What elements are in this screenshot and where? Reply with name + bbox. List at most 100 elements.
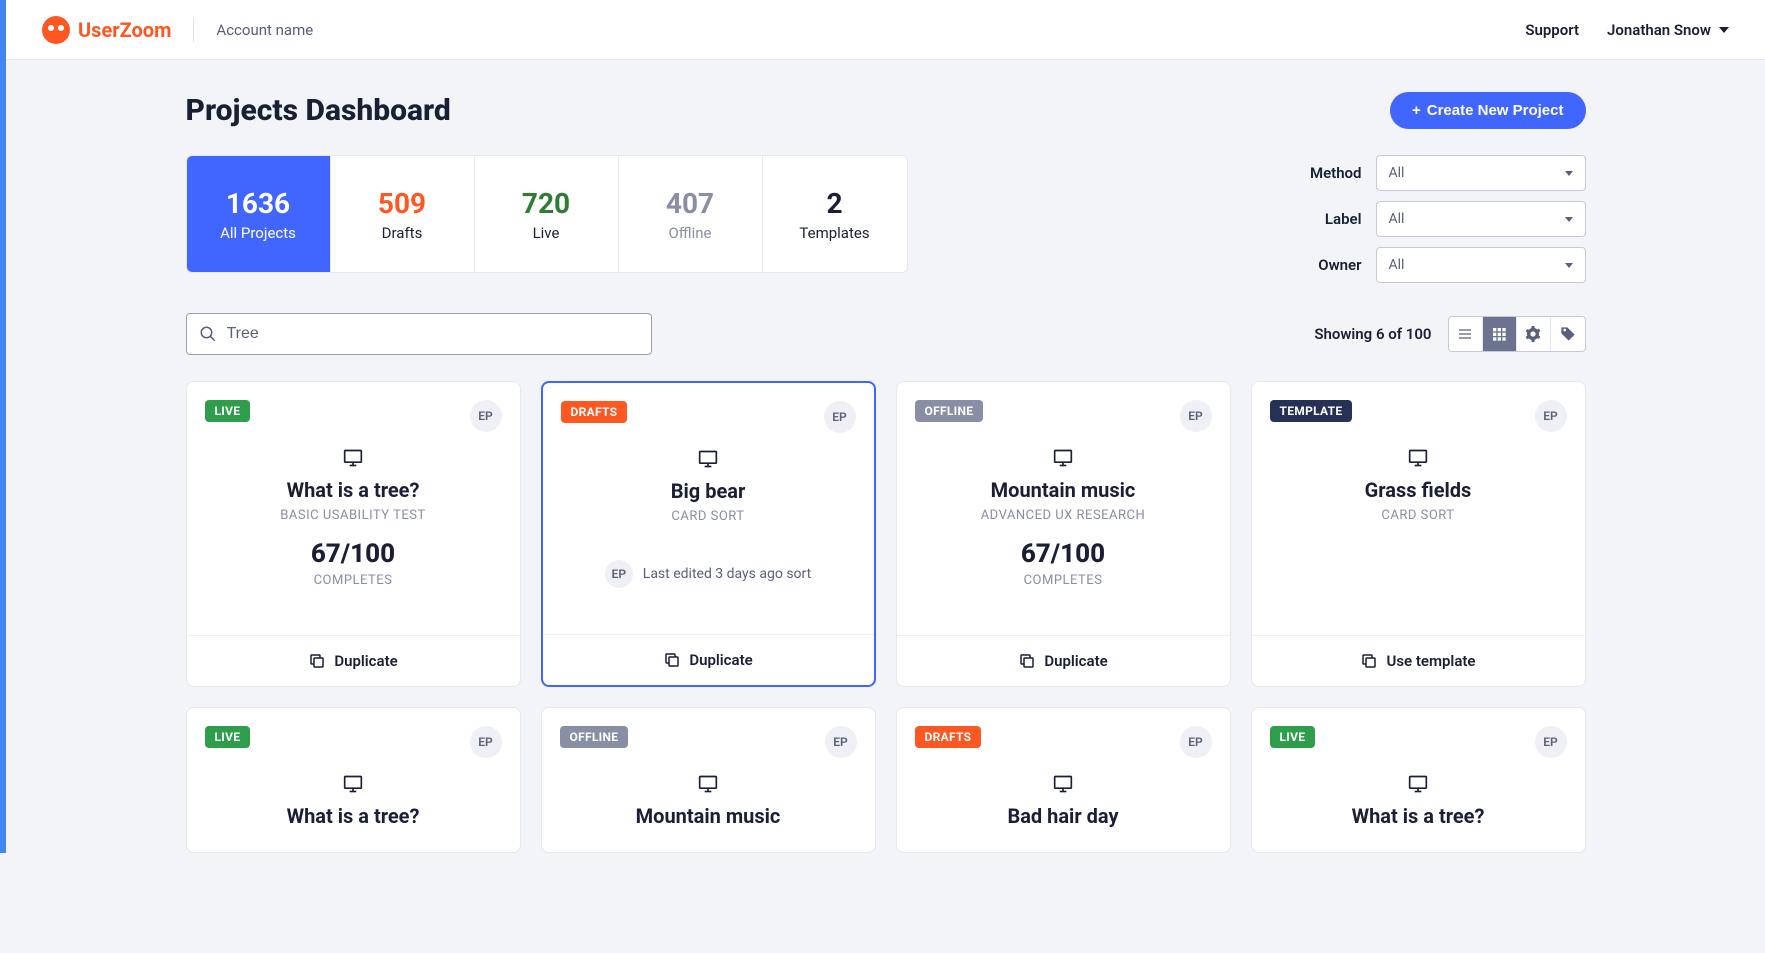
project-card[interactable]: LIVE EP What is a tree? BASIC USABILITY … xyxy=(186,381,521,687)
copy-icon xyxy=(1018,652,1036,670)
status-badge: LIVE xyxy=(205,726,251,748)
project-progress: 67/100 xyxy=(1021,539,1105,569)
stat-offline[interactable]: 407 Offline xyxy=(619,156,763,272)
action-label: Use template xyxy=(1386,652,1475,670)
copy-icon xyxy=(308,652,326,670)
project-method: BASIC USABILITY TEST xyxy=(280,508,425,523)
chevron-down-icon xyxy=(1565,263,1573,268)
duplicate-button[interactable]: Duplicate xyxy=(897,635,1230,686)
search-icon xyxy=(199,325,217,343)
search-input[interactable] xyxy=(227,325,639,343)
stat-label: All Projects xyxy=(220,224,296,242)
project-card[interactable]: DRAFTS EP Bad hair day xyxy=(896,707,1231,853)
chevron-down-icon xyxy=(1565,171,1573,176)
stat-label: Templates xyxy=(799,224,869,242)
list-icon xyxy=(1457,326,1473,342)
project-card[interactable]: LIVE EP What is a tree? xyxy=(1251,707,1586,853)
list-view-button[interactable] xyxy=(1449,317,1483,351)
status-badge: DRAFTS xyxy=(561,401,628,423)
project-title: Mountain music xyxy=(636,804,781,828)
action-label: Duplicate xyxy=(334,652,397,670)
tag-button[interactable] xyxy=(1551,317,1585,351)
avatar: EP xyxy=(1535,400,1567,432)
status-badge: DRAFTS xyxy=(915,726,982,748)
brand-logo[interactable]: UserZoom xyxy=(42,16,171,44)
status-badge: LIVE xyxy=(205,400,251,422)
stat-count: 1636 xyxy=(226,187,290,220)
copy-icon xyxy=(1360,652,1378,670)
stat-count: 509 xyxy=(378,187,426,220)
stat-live[interactable]: 720 Live xyxy=(475,156,619,272)
filter-label-select[interactable]: All xyxy=(1376,201,1586,237)
stat-label: Live xyxy=(533,224,560,242)
avatar: EP xyxy=(825,726,857,758)
filter-method-select[interactable]: All xyxy=(1376,155,1586,191)
grid-view-button[interactable] xyxy=(1483,317,1517,351)
avatar: EP xyxy=(824,401,856,433)
project-card[interactable]: LIVE EP What is a tree? xyxy=(186,707,521,853)
project-card[interactable]: OFFLINE EP Mountain music ADVANCED UX RE… xyxy=(896,381,1231,687)
desktop-icon xyxy=(341,774,365,794)
stats-tabs: 1636 All Projects 509 Drafts 720 Live 40… xyxy=(186,155,908,273)
stat-templates[interactable]: 2 Templates xyxy=(763,156,907,272)
divider xyxy=(193,18,194,42)
results-count: Showing 6 of 100 xyxy=(1314,325,1431,343)
action-label: Duplicate xyxy=(689,651,752,669)
project-card[interactable]: DRAFTS EP Big bear CARD SORT EP Last edi… xyxy=(541,381,876,687)
avatar: EP xyxy=(470,726,502,758)
project-title: Grass fields xyxy=(1365,478,1472,502)
settings-button[interactable] xyxy=(1517,317,1551,351)
stat-count: 407 xyxy=(666,187,714,220)
status-badge: OFFLINE xyxy=(915,400,984,422)
desktop-icon xyxy=(1406,448,1430,468)
desktop-icon xyxy=(1051,774,1075,794)
project-progress: 67/100 xyxy=(311,539,395,569)
filter-method-label: Method xyxy=(1310,164,1362,182)
project-method: CARD SORT xyxy=(671,509,744,524)
status-badge: LIVE xyxy=(1270,726,1316,748)
completes-label: COMPLETES xyxy=(314,573,393,588)
topbar: UserZoom Account name Support Jonathan S… xyxy=(6,0,1765,60)
stat-count: 720 xyxy=(522,187,570,220)
grid-icon xyxy=(1491,326,1507,342)
duplicate-button[interactable]: Duplicate xyxy=(543,634,874,685)
project-title: Big bear xyxy=(671,479,746,503)
user-menu[interactable]: Jonathan Snow xyxy=(1607,21,1729,39)
filters-panel: Method All Label All Owner All xyxy=(1310,155,1586,283)
avatar: EP xyxy=(1180,400,1212,432)
desktop-icon xyxy=(341,448,365,468)
project-card[interactable]: TEMPLATE EP Grass fields CARD SORT Use t… xyxy=(1251,381,1586,687)
completes-label: COMPLETES xyxy=(1024,573,1103,588)
create-project-label: Create New Project xyxy=(1427,102,1564,119)
project-title: What is a tree? xyxy=(287,478,420,502)
stat-label: Drafts xyxy=(382,224,423,242)
project-title: What is a tree? xyxy=(287,804,420,828)
use-template-button[interactable]: Use template xyxy=(1252,635,1585,686)
filter-label-label: Label xyxy=(1325,210,1362,228)
edited-text: Last edited 3 days ago sort xyxy=(643,566,811,582)
action-label: Duplicate xyxy=(1044,652,1107,670)
stat-all-projects[interactable]: 1636 All Projects xyxy=(187,156,331,272)
brand-text: UserZoom xyxy=(78,18,171,42)
plus-icon: + xyxy=(1412,102,1421,119)
duplicate-button[interactable]: Duplicate xyxy=(187,635,520,686)
project-title: Mountain music xyxy=(991,478,1136,502)
gear-icon xyxy=(1525,326,1541,342)
project-card[interactable]: OFFLINE EP Mountain music xyxy=(541,707,876,853)
search-box[interactable] xyxy=(186,313,652,355)
logo-icon xyxy=(42,16,70,44)
avatar: EP xyxy=(1535,726,1567,758)
copy-icon xyxy=(663,651,681,669)
filter-owner-label: Owner xyxy=(1318,256,1361,274)
desktop-icon xyxy=(1406,774,1430,794)
avatar: EP xyxy=(1180,726,1212,758)
account-name[interactable]: Account name xyxy=(216,21,313,39)
chevron-down-icon xyxy=(1719,27,1729,33)
stat-drafts[interactable]: 509 Drafts xyxy=(331,156,475,272)
create-project-button[interactable]: + Create New Project xyxy=(1390,92,1586,129)
tag-icon xyxy=(1560,326,1576,342)
project-method: ADVANCED UX RESEARCH xyxy=(981,508,1146,523)
filter-owner-select[interactable]: All xyxy=(1376,247,1586,283)
page-title: Projects Dashboard xyxy=(186,93,451,128)
support-link[interactable]: Support xyxy=(1525,21,1579,39)
